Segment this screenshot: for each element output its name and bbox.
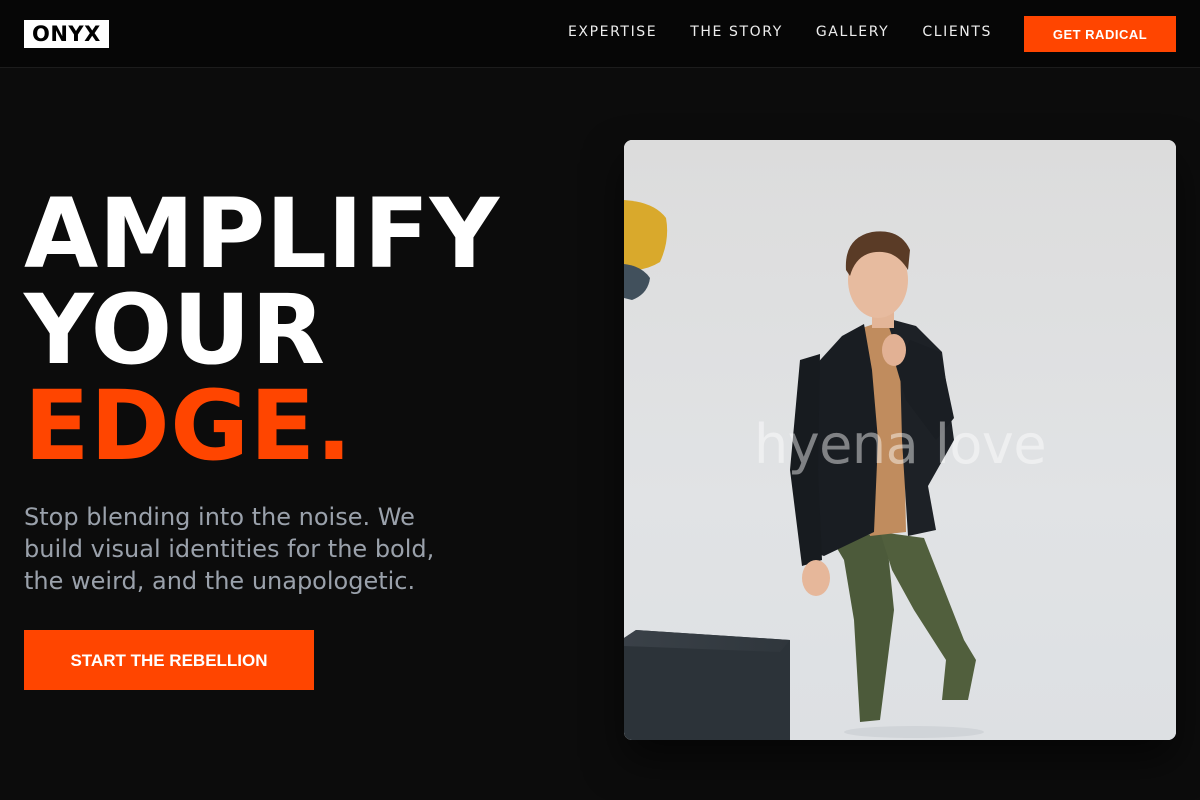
hero-title: AMPLIFY YOUR EDGE. (24, 186, 500, 474)
nav-link-gallery[interactable]: GALLERY (816, 24, 889, 40)
brand-logo[interactable]: ONYX (24, 20, 109, 48)
hero-title-line-3: EDGE. (24, 370, 353, 482)
navbar: ONYX EXPERTISE THE STORY GALLERY CLIENTS… (0, 0, 1200, 68)
nav-link-clients[interactable]: CLIENTS (922, 24, 992, 40)
nav-link-the-story[interactable]: THE STORY (690, 24, 783, 40)
hero-title-line-2: YOUR (24, 274, 326, 386)
hero-title-line-1: AMPLIFY (24, 178, 500, 290)
nav-link-expertise[interactable]: EXPERTISE (568, 24, 657, 40)
nav-links: EXPERTISE THE STORY GALLERY CLIENTS (568, 24, 992, 40)
get-radical-button[interactable]: GET RADICAL (1024, 16, 1176, 52)
hero-subtitle: Stop blending into the noise. We build v… (24, 503, 435, 595)
start-the-rebellion-button[interactable]: START THE REBELLION (24, 630, 314, 690)
image-watermark: hyena love (754, 413, 1047, 476)
hero-image: hyena love (624, 140, 1176, 740)
